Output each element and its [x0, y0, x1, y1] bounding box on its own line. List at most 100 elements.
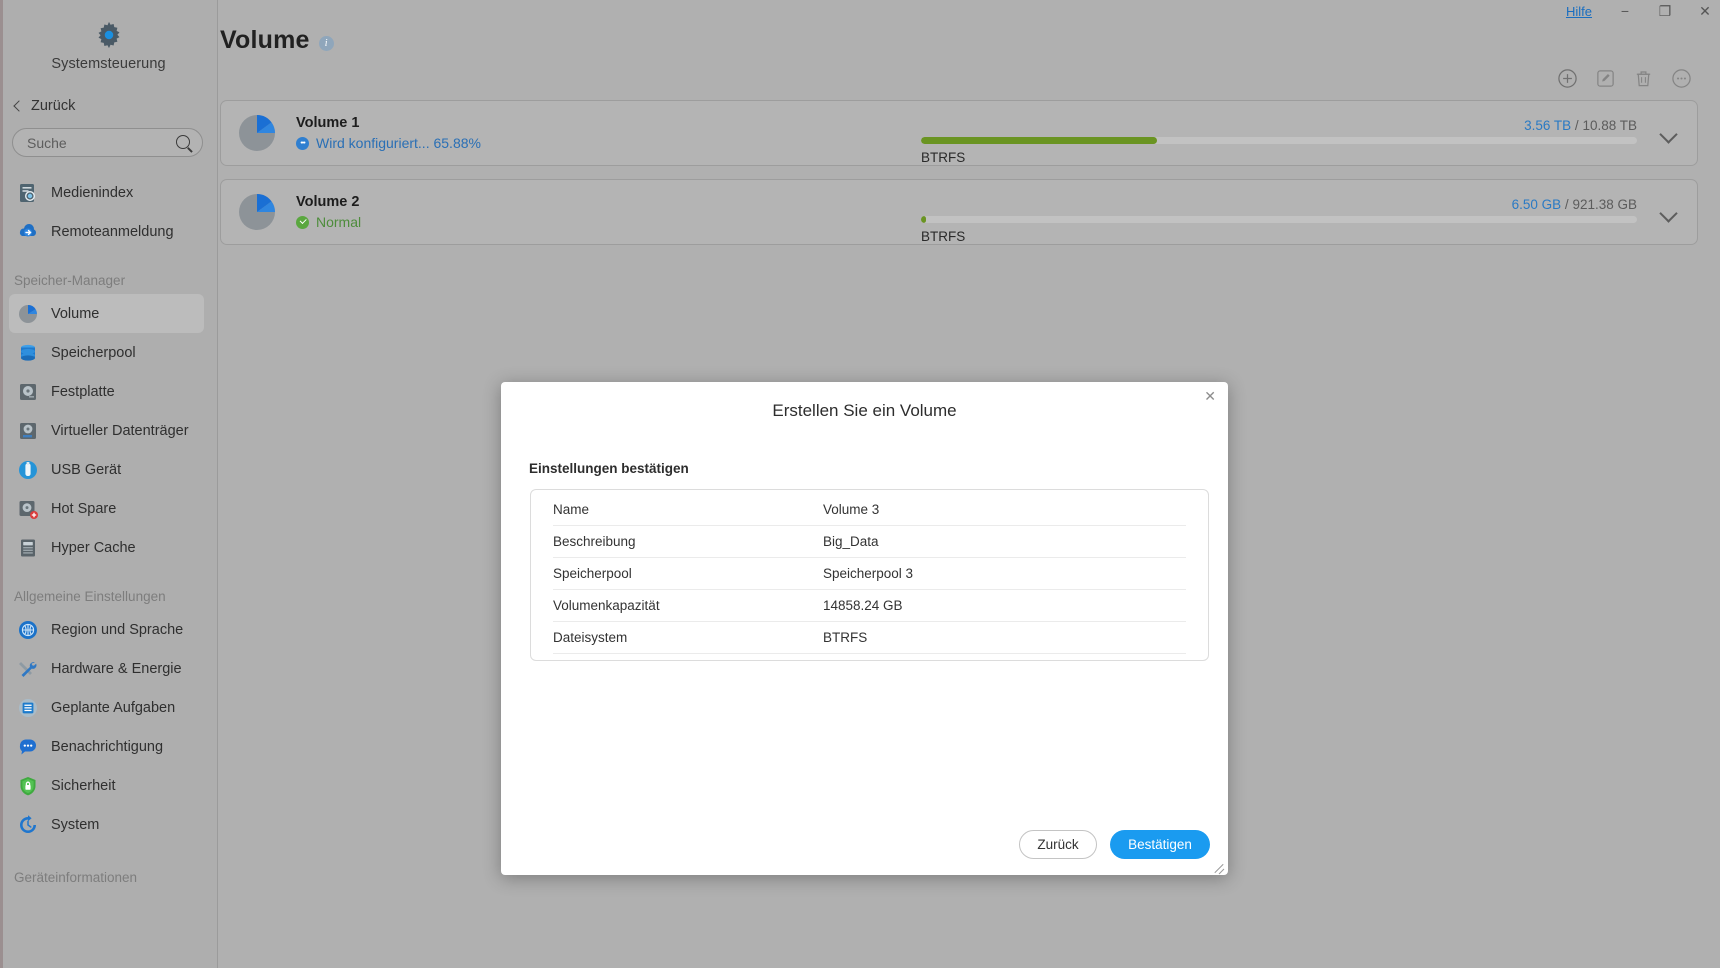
sidebar-item-usb-geraet[interactable]: USB Gerät [9, 450, 204, 489]
delete-volume-button[interactable] [1633, 68, 1654, 89]
sidebar-item-remoteanmeldung[interactable]: Remoteanmeldung [9, 212, 204, 251]
more-actions-button[interactable] [1671, 68, 1692, 89]
row-key: Name [553, 502, 590, 517]
sidebar-item-virtueller-datentraeger[interactable]: Virtueller Datenträger [9, 411, 204, 450]
gear-icon [98, 21, 119, 49]
volume-filesystem: BTRFS [921, 229, 966, 244]
system-refresh-icon [17, 814, 39, 836]
trash-icon [1636, 71, 1651, 87]
control-panel-header: Systemsteuerung [0, 0, 217, 72]
sidebar-item-label: Benachrichtigung [51, 738, 164, 755]
sidebar-item-label: Geplante Aufgaben [51, 699, 176, 716]
scheduled-tasks-icon [17, 697, 39, 719]
volume-info: Volume 1 Wird konfiguriert... 65.88% [296, 115, 626, 151]
sidebar-item-label: Festplatte [51, 383, 115, 400]
row-key: Dateisystem [553, 630, 628, 645]
sidebar-item-hot-spare[interactable]: Hot Spare [9, 489, 204, 528]
storage-pool-icon [17, 342, 39, 364]
volume-capacity-area: 3.56 TB / 10.88 TB BTRFS [921, 118, 1637, 165]
table-row: Speicherpool Speicherpool 3 [553, 558, 1186, 590]
search-icon [176, 135, 190, 149]
volume-status: Normal [296, 214, 626, 230]
control-panel-title: Systemsteuerung [51, 56, 166, 72]
volume-status: Wird konfiguriert... 65.88% [296, 135, 626, 151]
normal-check-icon [296, 215, 309, 229]
sidebar-item-benachrichtigung[interactable]: Benachrichtigung [9, 727, 204, 766]
configuring-icon [296, 136, 309, 150]
back-button[interactable]: Zurück [12, 98, 102, 114]
volume-capacity-area: 6.50 GB / 921.38 GB BTRFS [921, 197, 1637, 244]
volume-total: 10.88 TB [1582, 118, 1637, 133]
sidebar-item-speicherpool[interactable]: Speicherpool [9, 333, 204, 372]
sidebar-item-label: Virtueller Datenträger [51, 422, 189, 439]
page-header: Volume i [218, 0, 1720, 55]
settings-summary-table: Name Volume 3 Beschreibung Big_Data Spei… [530, 489, 1209, 661]
sidebar-item-sicherheit[interactable]: Sicherheit [9, 766, 204, 805]
sidebar: Systemsteuerung Zurück Suche Medienindex… [0, 0, 218, 968]
close-button[interactable]: ✕ [1698, 3, 1712, 20]
notification-icon [17, 736, 39, 758]
volume-info: Volume 2 Normal [296, 194, 626, 230]
row-value: BTRFS [823, 630, 868, 645]
dialog-close-icon[interactable]: ✕ [1204, 388, 1216, 405]
sidebar-item-label: Volume [51, 305, 100, 322]
info-icon[interactable]: i [318, 35, 334, 51]
sidebar-item-geplante-aufgaben[interactable]: Geplante Aufgaben [9, 688, 204, 727]
chevron-down-icon[interactable] [1659, 204, 1678, 223]
dialog-back-button[interactable]: Zurück [1019, 830, 1097, 859]
add-volume-button[interactable] [1557, 68, 1578, 89]
sidebar-item-system[interactable]: System [9, 805, 204, 844]
volume-list: Volume 1 Wird konfiguriert... 65.88% 3.5… [220, 100, 1698, 258]
minimize-button[interactable]: − [1618, 3, 1632, 19]
edit-volume-button[interactable] [1595, 68, 1616, 89]
shield-lock-icon [17, 775, 39, 797]
chevron-left-icon [13, 100, 25, 112]
pencil-square-icon [1597, 70, 1614, 87]
sidebar-item-hardware-energie[interactable]: Hardware & Energie [9, 649, 204, 688]
volume-pie-icon [17, 303, 39, 325]
hard-disk-icon [17, 381, 39, 403]
volume-name: Volume 2 [296, 194, 360, 210]
sidebar-item-medienindex[interactable]: Medienindex [9, 173, 204, 212]
volume-filesystem: BTRFS [921, 150, 966, 165]
table-row: Name Volume 3 [553, 494, 1186, 526]
volume-used: 3.56 TB [1524, 118, 1572, 133]
sidebar-group-speicher-manager-label: Speicher-Manager [14, 273, 126, 288]
sidebar-item-label: Hot Spare [51, 500, 117, 517]
sidebar-item-festplatte[interactable]: Festplatte [9, 372, 204, 411]
volume-pie-icon [239, 115, 275, 151]
sidebar-item-label: Sicherheit [51, 777, 116, 794]
table-row: Dateisystem BTRFS [553, 622, 1186, 654]
volume-usage-fill [921, 137, 1158, 144]
search-box[interactable] [12, 128, 203, 157]
volume-used: 6.50 GB [1511, 197, 1562, 212]
sidebar-item-label: Remoteanmeldung [51, 223, 174, 240]
volume-usage-bar [921, 137, 1637, 144]
help-link[interactable]: Hilfe [1566, 4, 1592, 19]
dialog-footer: Zurück Bestätigen [1019, 830, 1210, 859]
sidebar-item-hyper-cache[interactable]: Hyper Cache [9, 528, 204, 567]
dialog-confirm-button[interactable]: Bestätigen [1110, 830, 1210, 859]
chevron-down-icon[interactable] [1659, 125, 1678, 144]
sidebar-item-label: Region und Sprache [51, 621, 184, 638]
volume-toolbar [1557, 68, 1692, 89]
sidebar-item-label: USB Gerät [51, 461, 122, 478]
row-key: Volumenkapazität [553, 598, 660, 613]
volume-capacity-separator: / [1574, 118, 1579, 133]
resize-grip-icon[interactable] [1213, 860, 1225, 872]
tools-icon [17, 658, 39, 680]
restore-button[interactable]: ❐ [1658, 3, 1672, 20]
volume-usage-fill [921, 216, 926, 223]
sidebar-top-items: Medienindex Remoteanmeldung [0, 173, 217, 251]
volume-card[interactable]: Volume 2 Normal 6.50 GB / 921.38 GB BTRF… [220, 179, 1698, 245]
volume-capacity-separator: / [1564, 197, 1569, 212]
volume-status-text: Wird konfiguriert... 65.88% [316, 135, 481, 151]
media-index-icon [17, 182, 39, 204]
sidebar-item-volume[interactable]: Volume [9, 294, 204, 333]
volume-card[interactable]: Volume 1 Wird konfiguriert... 65.88% 3.5… [220, 100, 1698, 166]
volume-name: Volume 1 [296, 115, 360, 131]
volume-pie-icon [239, 194, 275, 230]
row-key: Beschreibung [553, 534, 636, 549]
search-input[interactable] [13, 129, 163, 156]
sidebar-item-region-und-sprache[interactable]: Region und Sprache [9, 610, 204, 649]
